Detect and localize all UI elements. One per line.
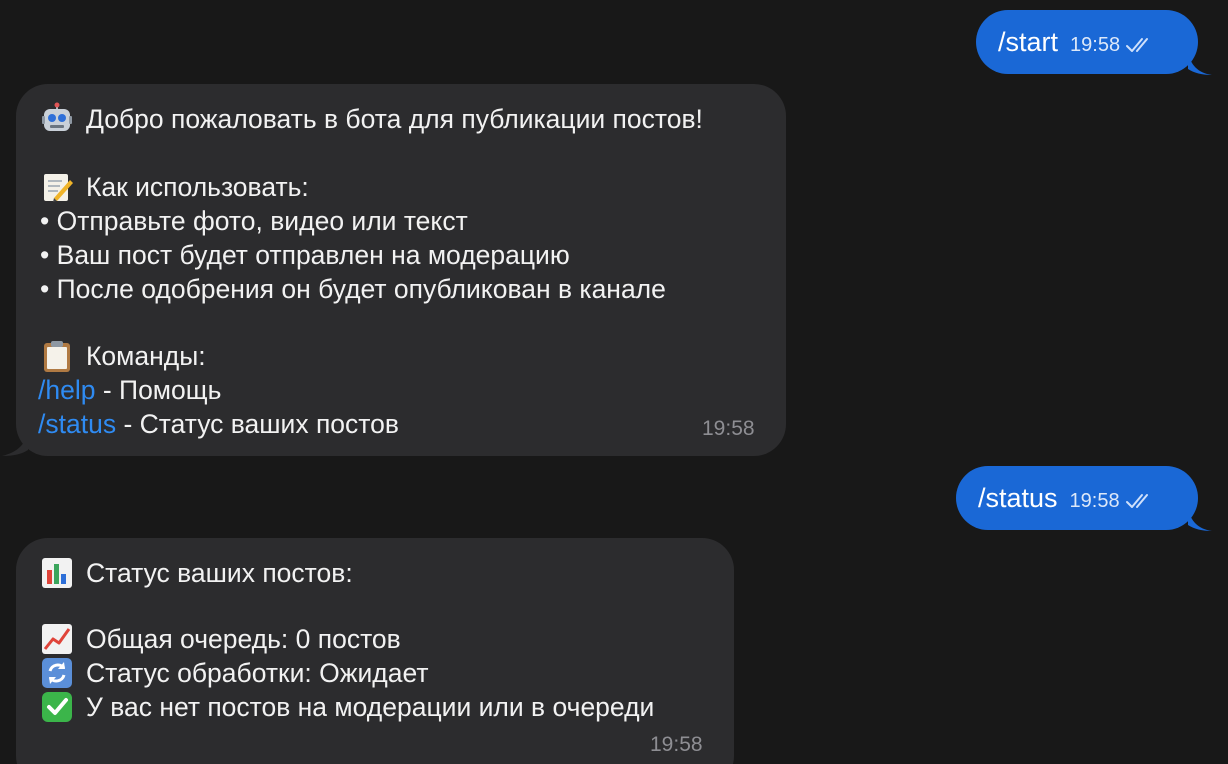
status-command-link[interactable]: /status — [38, 409, 116, 439]
message-time: 19:58 — [702, 417, 755, 440]
status-command-desc: - Статус ваших постов — [116, 409, 399, 439]
bubble-tail — [2, 430, 28, 456]
welcome-title: Добро пожаловать в бота для публикации п… — [86, 104, 703, 134]
command-help-line: /help - Помощь — [38, 377, 221, 404]
incoming-message-status: Статус ваших постов: Общая очередь: 0 по… — [16, 538, 734, 764]
outgoing-message-status[interactable]: /status 19:58 — [956, 466, 1198, 530]
outgoing-message-start[interactable]: /start 19:58 — [976, 10, 1198, 74]
moderation-status: У вас нет постов на модерации или в очер… — [86, 692, 655, 722]
chart-increasing-emoji — [42, 624, 72, 654]
usage-bullet-3: • После одобрения он будет опубликован в… — [40, 274, 666, 304]
message-text: /start — [998, 26, 1059, 57]
commands-heading: Команды: — [86, 341, 206, 371]
message-meta: 19:58 — [1070, 490, 1155, 513]
command-status-line: /status - Статус ваших постов — [38, 411, 399, 438]
message-time: 19:58 — [1069, 489, 1120, 512]
message-time: 19:58 — [650, 733, 703, 756]
message-meta: 19:58 — [1070, 34, 1155, 57]
help-command-desc: - Помощь — [95, 375, 222, 405]
incoming-message-welcome: Добро пожаловать в бота для публикации п… — [16, 84, 786, 456]
arrows-cycle-emoji — [42, 658, 72, 688]
processing-status: Статус обработки: Ожидает — [86, 658, 429, 688]
bar-chart-emoji — [42, 558, 72, 588]
double-check-icon — [1126, 38, 1149, 52]
memo-emoji — [44, 174, 73, 202]
chat-area: /start 19:58 Добро пожаловать в бота для… — [0, 0, 1228, 764]
status-title: Статус ваших постов: — [86, 558, 353, 588]
usage-bullet-1: • Отправьте фото, видео или текст — [40, 206, 468, 236]
usage-bullet-2: • Ваш пост будет отправлен на модерацию — [40, 240, 570, 270]
queue-status: Общая очередь: 0 постов — [86, 624, 401, 654]
help-command-link[interactable]: /help — [38, 375, 95, 405]
usage-heading: Как использовать: — [86, 172, 309, 202]
message-time: 19:58 — [1070, 33, 1121, 56]
bubble-tail — [1188, 507, 1212, 531]
message-text: /status — [978, 482, 1058, 513]
check-mark-emoji — [42, 692, 72, 722]
double-check-icon — [1125, 494, 1148, 508]
bubble-tail — [1188, 51, 1212, 75]
clipboard-emoji — [44, 341, 70, 372]
robot-emoji — [42, 102, 72, 131]
